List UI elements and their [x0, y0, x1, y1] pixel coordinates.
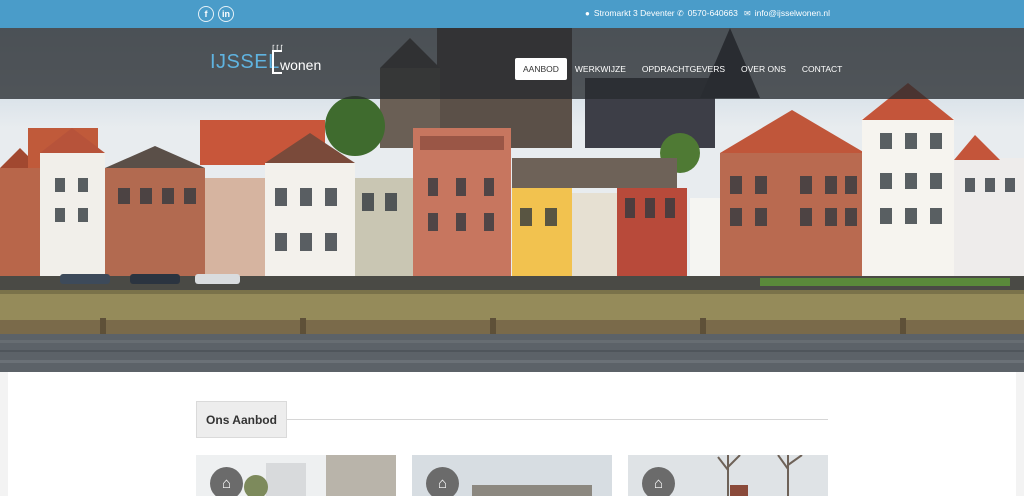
- nav-item-werkwijze[interactable]: WERKWIJZE: [567, 58, 634, 80]
- contact-phone[interactable]: ✆ 0570-640663: [677, 8, 738, 18]
- top-bar: f in ● Stromarkt 3 Deventer ✆ 0570-64066…: [0, 0, 1024, 28]
- home-icon: ⌂: [210, 467, 243, 496]
- address-text: Stromarkt 3 Deventer: [593, 8, 675, 18]
- phone-text[interactable]: 0570-640663: [688, 8, 738, 18]
- map-pin-icon: ●: [585, 8, 590, 18]
- main-nav: AANBOD WERKWIJZE OPDRACHTGEVERS OVER ONS…: [515, 58, 850, 80]
- contact-email[interactable]: ✉ info@ijsselwonen.nl: [744, 8, 830, 18]
- linkedin-icon[interactable]: in: [218, 6, 234, 22]
- home-icon: ⌂: [426, 467, 459, 496]
- section-title: Ons Aanbod: [196, 401, 287, 438]
- phone-icon: ✆: [677, 8, 684, 18]
- logo-text-ijssel: IJSSEL: [210, 51, 280, 73]
- envelope-icon: ✉: [744, 8, 751, 18]
- facebook-icon[interactable]: f: [198, 6, 214, 22]
- main-navbar: ⌈⌈⌈ IJSSEL wonen AANBOD WERKWIJZE OPDRAC…: [0, 28, 1024, 99]
- logo-text-wonen: wonen: [280, 57, 322, 73]
- home-icon: ⌂: [642, 467, 675, 496]
- email-link[interactable]: info@ijsselwonen.nl: [755, 8, 830, 18]
- contact-address: ● Stromarkt 3 Deventer: [585, 8, 675, 18]
- nav-item-contact[interactable]: CONTACT: [794, 58, 850, 80]
- nav-item-aanbod[interactable]: AANBOD: [515, 58, 567, 80]
- listing-card[interactable]: ⌂: [412, 455, 612, 496]
- section-divider: [287, 419, 828, 420]
- listing-card[interactable]: ⌂: [628, 455, 828, 496]
- listing-card[interactable]: ⌂: [196, 455, 396, 496]
- nav-item-over-ons[interactable]: OVER ONS: [733, 58, 794, 80]
- content-area: Ons Aanbod ⌂ ⌂ ⌂: [0, 372, 1024, 496]
- hero-banner: ⌈⌈⌈ IJSSEL wonen AANBOD WERKWIJZE OPDRAC…: [0, 28, 1024, 372]
- nav-item-opdrachtgevers[interactable]: OPDRACHTGEVERS: [634, 58, 733, 80]
